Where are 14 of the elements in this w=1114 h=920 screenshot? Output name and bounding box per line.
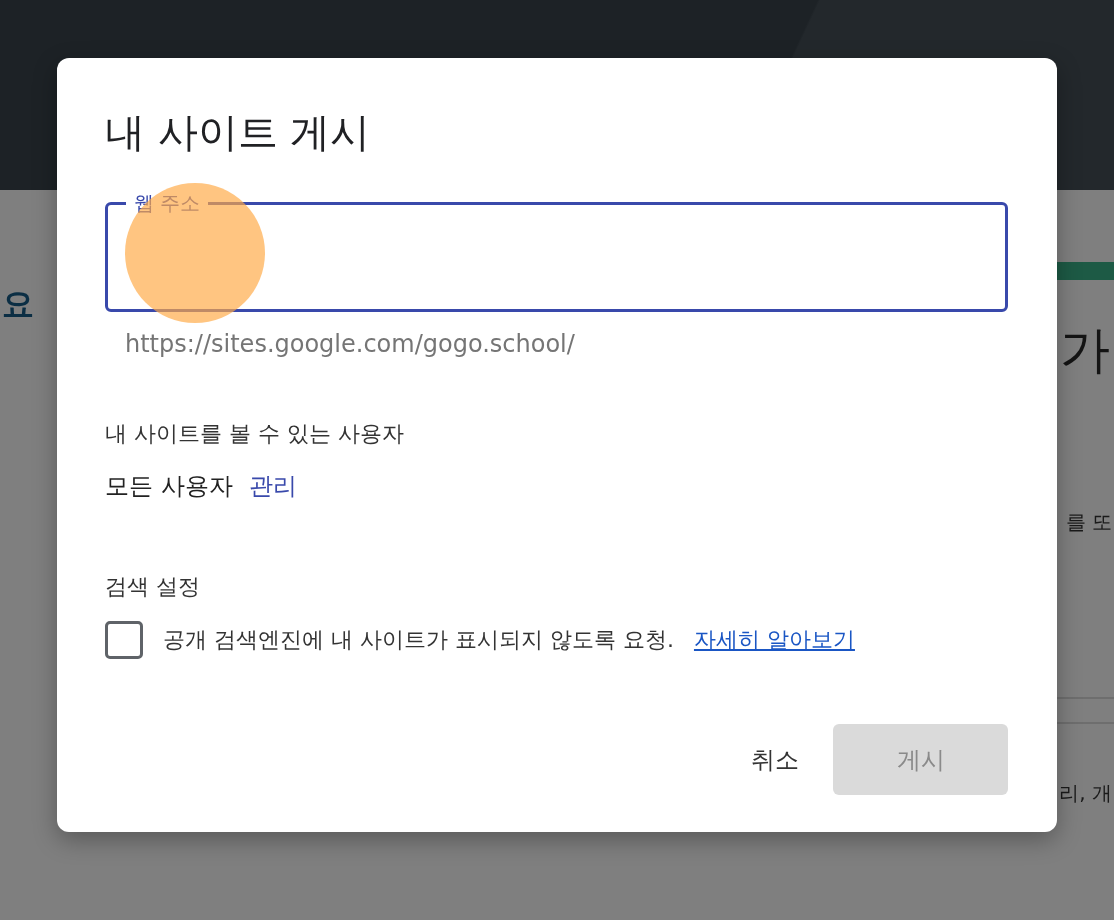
cancel-button[interactable]: 취소	[749, 724, 801, 795]
manage-link[interactable]: 관리	[248, 472, 297, 500]
page-heading: 요	[2, 284, 34, 325]
section-heading: 내 사이트를 볼 수 있는 사용자	[105, 420, 405, 448]
page-text: 리, 개	[1059, 780, 1112, 807]
page-heading: 가	[1060, 320, 1110, 381]
learn-more-link[interactable]: 자세히 알아보기	[693, 626, 855, 654]
dialog-title: 내 사이트 게시	[105, 108, 372, 157]
checkbox[interactable]	[105, 621, 143, 659]
section-heading: 검색 설정	[105, 573, 201, 601]
page-text: 를 또	[1065, 509, 1112, 536]
visibility-value: 모든 사용자	[105, 472, 233, 500]
checkbox-label: 공개 검색엔진에 내 사이트가 표시되지 않도록 요청.	[163, 626, 674, 654]
address-helper-text: https://sites.google.com/gogo.school/	[125, 330, 576, 358]
